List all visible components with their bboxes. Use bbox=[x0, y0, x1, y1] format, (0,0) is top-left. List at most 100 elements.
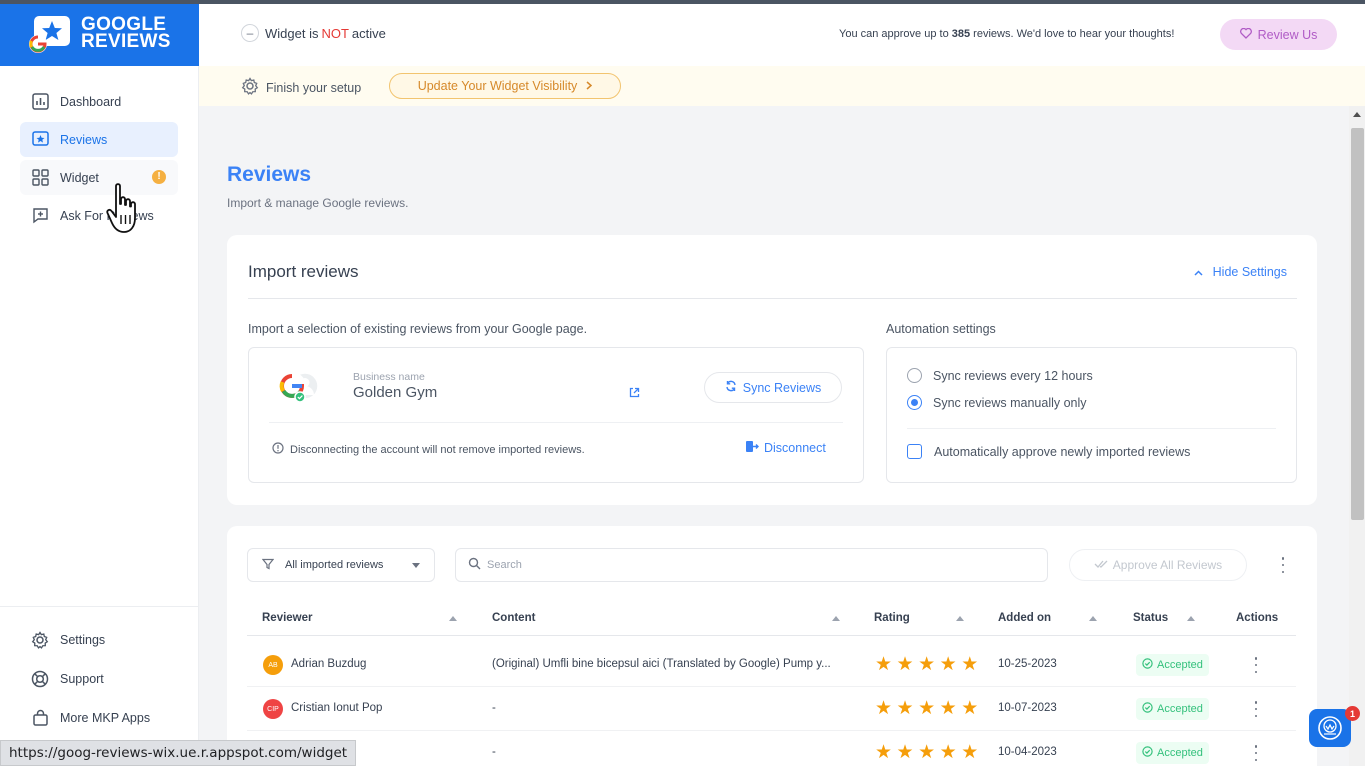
sort-icon[interactable] bbox=[1089, 616, 1097, 621]
column-header-status[interactable]: Status bbox=[1133, 612, 1168, 624]
sync-12-hours-option[interactable]: Sync reviews every 12 hours bbox=[907, 368, 1093, 383]
import-reviews-card: Import reviews Hide Settings Import a se… bbox=[227, 235, 1317, 505]
external-link-icon[interactable] bbox=[629, 386, 640, 401]
sidebar-item-label: Settings bbox=[60, 632, 106, 647]
row-actions-icon[interactable] bbox=[1251, 701, 1261, 717]
chat-plus-icon bbox=[31, 207, 49, 225]
page-title: Reviews bbox=[227, 163, 312, 186]
star-icon: ★ bbox=[961, 654, 979, 675]
review-us-button[interactable]: Review Us bbox=[1220, 19, 1337, 50]
review-content: - bbox=[492, 702, 496, 714]
star-icon: ★ bbox=[896, 654, 914, 675]
column-header-content[interactable]: Content bbox=[492, 612, 535, 624]
sidebar-item-ask-for-reviews[interactable]: Ask For Reviews bbox=[20, 198, 178, 233]
avatar: AB bbox=[263, 655, 283, 675]
more-options-icon[interactable] bbox=[1278, 557, 1288, 573]
star-icon: ★ bbox=[918, 742, 936, 763]
approve-limit-message: You can approve up to 385 reviews. We'd … bbox=[839, 28, 1175, 40]
sidebar-item-dashboard[interactable]: Dashboard bbox=[20, 84, 178, 119]
auto-approve-option[interactable]: Automatically approve newly imported rev… bbox=[907, 444, 1190, 459]
star-rating: ★ ★ ★ ★ ★ bbox=[875, 743, 983, 762]
sidebar: GOOGLE REVIEWS Dashboard Reviews Widget … bbox=[0, 4, 199, 766]
star-icon: ★ bbox=[939, 742, 957, 763]
column-header-reviewer[interactable]: Reviewer bbox=[262, 612, 313, 624]
bar-chart-icon bbox=[31, 93, 49, 111]
search-box[interactable] bbox=[455, 548, 1048, 582]
sidebar-item-reviews[interactable]: Reviews bbox=[20, 122, 178, 157]
caret-down-icon bbox=[412, 563, 420, 568]
scroll-up-arrow-icon[interactable] bbox=[1353, 112, 1361, 117]
radio-button[interactable] bbox=[907, 368, 922, 383]
google-reviews-logo-icon bbox=[29, 16, 70, 53]
hand-pointer-cursor-icon bbox=[106, 183, 136, 233]
sidebar-item-support[interactable]: Support bbox=[20, 661, 178, 696]
sidebar-item-settings[interactable]: Settings bbox=[20, 622, 178, 657]
double-check-icon bbox=[1094, 558, 1108, 572]
auto-approve-checkbox[interactable] bbox=[907, 444, 922, 459]
star-icon: ★ bbox=[896, 742, 914, 763]
added-on-date: 10-07-2023 bbox=[998, 702, 1057, 714]
star-icon: ★ bbox=[918, 654, 936, 675]
column-header-rating[interactable]: Rating bbox=[874, 612, 910, 624]
chat-support-icon bbox=[1318, 716, 1342, 740]
sidebar-item-more-mkp-apps[interactable]: More MKP Apps bbox=[20, 700, 178, 735]
row-actions-icon[interactable] bbox=[1251, 657, 1261, 673]
grid-icon bbox=[31, 169, 49, 187]
sidebar-divider bbox=[0, 606, 199, 607]
table-row[interactable]: - ★ ★ ★ ★ ★ 10-04-2023 Accepted bbox=[247, 731, 1296, 766]
search-icon bbox=[468, 557, 481, 573]
page-subtitle: Import & manage Google reviews. bbox=[227, 196, 409, 210]
filter-icon bbox=[261, 558, 275, 573]
app-brand: GOOGLE REVIEWS bbox=[81, 14, 171, 52]
business-name-label: Business name bbox=[353, 371, 425, 383]
sort-icon[interactable] bbox=[1187, 616, 1195, 621]
sidebar-item-widget[interactable]: Widget ! bbox=[20, 160, 178, 195]
star-icon: ★ bbox=[939, 698, 957, 719]
table-header: Reviewer Content Rating Added on Status … bbox=[247, 606, 1296, 636]
sort-icon[interactable] bbox=[956, 616, 964, 621]
finish-setup: Finish your setup bbox=[241, 77, 361, 98]
app-logo[interactable]: GOOGLE REVIEWS bbox=[0, 4, 199, 66]
sync-manually-option[interactable]: Sync reviews manually only bbox=[907, 395, 1087, 410]
approve-all-reviews-button[interactable]: Approve All Reviews bbox=[1069, 549, 1247, 581]
scrollbar-thumb[interactable] bbox=[1351, 128, 1364, 520]
reviews-filter-dropdown[interactable]: All imported reviews bbox=[247, 548, 435, 582]
update-widget-visibility-button[interactable]: Update Your Widget Visibility bbox=[389, 73, 621, 99]
review-content: (Original) Umfli bine bicepsul aici (Tra… bbox=[492, 658, 831, 670]
star-icon: ★ bbox=[875, 654, 893, 675]
search-input[interactable] bbox=[487, 559, 987, 571]
hide-settings-link[interactable]: Hide Settings bbox=[1194, 265, 1287, 279]
added-on-date: 10-04-2023 bbox=[998, 746, 1057, 758]
google-account-avatar-icon bbox=[278, 372, 318, 403]
star-icon: ★ bbox=[939, 654, 957, 675]
sidebar-bottom-nav: Settings Support More MKP Apps bbox=[20, 622, 178, 739]
sort-icon[interactable] bbox=[832, 616, 840, 621]
import-reviews-title: Import reviews bbox=[248, 262, 359, 281]
disconnect-button[interactable]: Disconnect bbox=[745, 440, 826, 456]
check-circle-icon bbox=[1142, 658, 1153, 672]
chevron-right-icon bbox=[586, 79, 593, 93]
browser-status-url: https://goog-reviews-wix.ue.r.appspot.co… bbox=[0, 740, 357, 766]
sidebar-item-label: Reviews bbox=[60, 132, 108, 147]
chevron-up-icon bbox=[1194, 265, 1206, 279]
star-icon: ★ bbox=[918, 698, 936, 719]
status-badge: Accepted bbox=[1136, 742, 1209, 764]
table-row[interactable]: AB Adrian Buzdug (Original) Umfli bine b… bbox=[247, 643, 1296, 687]
status-badge: Accepted bbox=[1136, 654, 1209, 676]
table-row[interactable]: CIP Cristian Ionut Pop - ★ ★ ★ ★ ★ 10-07-202… bbox=[247, 687, 1296, 731]
status-badge: Accepted bbox=[1136, 698, 1209, 720]
gear-icon bbox=[241, 77, 259, 98]
top-header: – Widget is NOT active You can approve u… bbox=[199, 4, 1365, 66]
added-on-date: 10-25-2023 bbox=[998, 658, 1057, 670]
sort-icon[interactable] bbox=[449, 616, 457, 621]
review-content: - bbox=[492, 746, 496, 758]
star-rating: ★ ★ ★ ★ ★ bbox=[875, 655, 983, 674]
reviewer-name: Cristian Ionut Pop bbox=[291, 702, 383, 714]
star-icon: ★ bbox=[961, 742, 979, 763]
reviews-table-card: All imported reviews Approve All Reviews… bbox=[227, 526, 1317, 766]
sync-reviews-button[interactable]: Sync Reviews bbox=[704, 372, 842, 403]
star-icon: ★ bbox=[875, 742, 893, 763]
row-actions-icon[interactable] bbox=[1251, 745, 1261, 761]
radio-button-selected[interactable] bbox=[907, 395, 922, 410]
column-header-added-on[interactable]: Added on bbox=[998, 612, 1051, 624]
